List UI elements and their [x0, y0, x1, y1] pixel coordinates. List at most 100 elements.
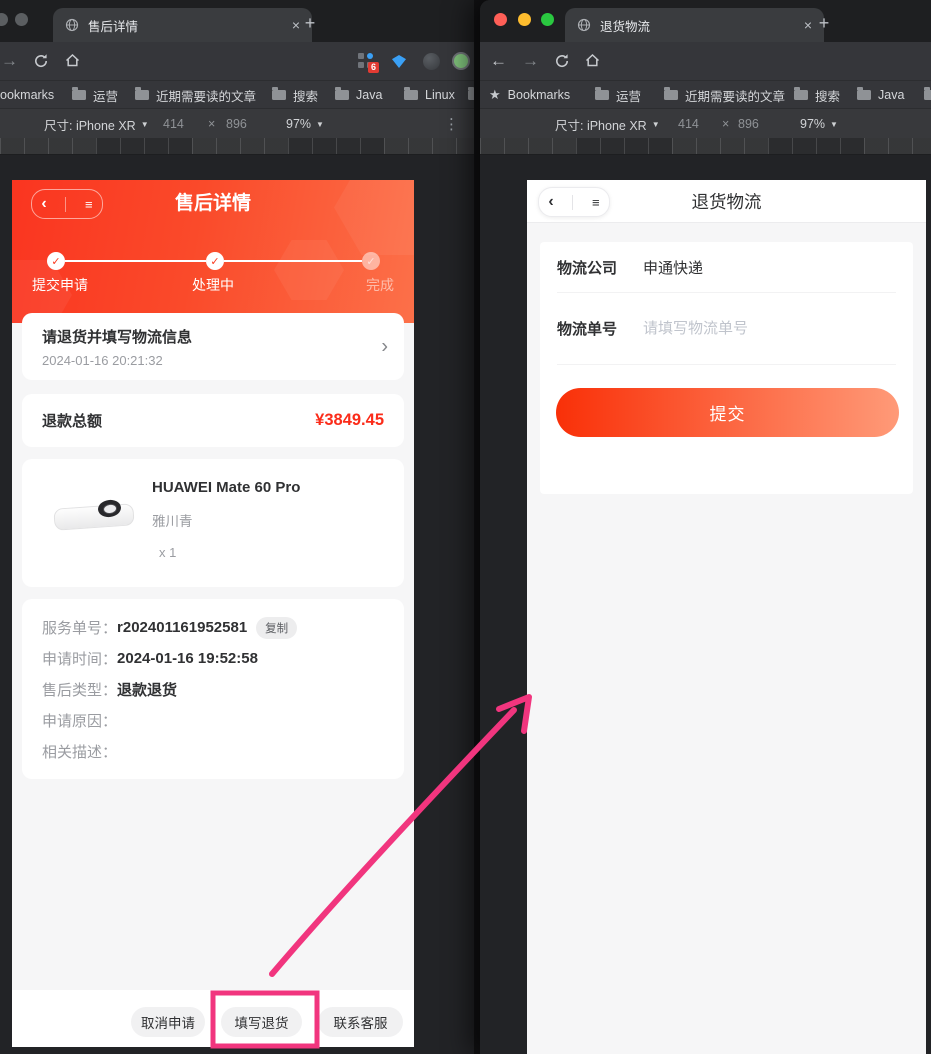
caret-down-icon: ▼ [652, 120, 660, 129]
folder-icon [468, 90, 474, 100]
bookmarks-manager[interactable]: ookmarks [0, 81, 54, 109]
extension-orb-icon[interactable] [423, 53, 440, 70]
folder-icon [664, 90, 678, 100]
footer-bar: 取消申请 填写退货 联系客服 [12, 990, 414, 1047]
courier-row[interactable]: 物流公司 申通快递 [557, 242, 896, 292]
globe-icon [65, 18, 79, 32]
bookmark-folder[interactable]: 近期需要读的文章 [664, 81, 785, 109]
reload-icon[interactable] [554, 53, 570, 69]
ruler [0, 138, 474, 155]
traffic-light-icon[interactable] [15, 13, 28, 26]
device-select[interactable]: 尺寸: iPhone XR▼ [555, 109, 660, 139]
close-window-icon[interactable] [494, 13, 507, 26]
extension-badge: 6 [368, 62, 379, 73]
forward-icon[interactable]: → [1, 51, 18, 71]
device-height[interactable]: 896 [738, 109, 759, 139]
bookmark-folder[interactable]: 搜索 [794, 81, 840, 109]
courier-value: 申通快递 [643, 257, 703, 278]
detail-row: 服务单号： r202401161952581 复制 [42, 612, 384, 643]
times-icon: × [722, 109, 729, 139]
bookmark-folder[interactable]: 运营 [595, 81, 641, 109]
desktop: 售后详情 × + → 127.0.0.1:3000/#/pa… [0, 0, 931, 1054]
page-title: 售后详情 [12, 188, 414, 215]
step-done-icon: ✓ [47, 252, 65, 270]
notice-time: 2024-01-16 20:21:32 [42, 353, 163, 368]
more-menu-icon[interactable]: ⋮ [444, 109, 459, 139]
traffic-light-icon[interactable] [0, 13, 8, 26]
home-icon[interactable] [584, 52, 601, 69]
zoom-select[interactable]: 97%▼ [800, 109, 838, 139]
bookmark-folder[interactable]: Java [857, 81, 904, 109]
folder-icon [404, 90, 418, 100]
refund-card: 退款总额 ¥3849.45 [22, 394, 404, 447]
detail-row: 相关描述： [42, 736, 384, 767]
tab-aftersale-detail[interactable]: 售后详情 × [53, 8, 312, 42]
app-header: ‹ ≡ 售后详情 ✓ ✓ ✓ 提交申请 处理中 完成 [12, 180, 414, 323]
cancel-apply-button[interactable]: 取消申请 [131, 1007, 205, 1037]
folder-icon [335, 90, 349, 100]
times-icon: × [208, 109, 215, 139]
fill-return-button[interactable]: 填写退货 [221, 1007, 302, 1037]
detail-row: 售后类型： 退款退货 [42, 674, 384, 705]
submit-button[interactable]: 提交 [556, 388, 899, 437]
browser-toolbar: ← → 127.0.0.1:3000/#/pages/order/aftersa… [480, 42, 931, 80]
step-done-icon: ✓ [206, 252, 224, 270]
zoom-select[interactable]: 97%▼ [286, 109, 324, 139]
bookmarks-bar: ★ Bookmarks 运营 近期需要读的文章 搜索 Java [480, 80, 931, 109]
product-name: HUAWEI Mate 60 Pro [152, 479, 300, 496]
detail-row: 申请原因： [42, 705, 384, 736]
copy-button[interactable]: 复制 [256, 617, 297, 639]
caret-down-icon: ▼ [830, 120, 838, 129]
bookmark-folder[interactable]: Java [335, 81, 382, 109]
device-select[interactable]: 尺寸: iPhone XR▼ [44, 109, 149, 139]
device-width[interactable]: 414 [678, 109, 699, 139]
bookmarks-label: Bookmarks [508, 88, 571, 102]
refund-label: 退款总额 [42, 410, 102, 431]
maximize-window-icon[interactable] [541, 13, 554, 26]
phone-screen-logistics: ‹ ≡ 退货物流 物流公司 申通快递 物流单号 提交 [527, 180, 926, 1054]
logistics-notice-card[interactable]: 请退货并填写物流信息 2024-01-16 20:21:32 › [22, 313, 404, 380]
tab-return-logistics[interactable]: 退货物流 × [565, 8, 824, 42]
app-header: ‹ ≡ 退货物流 [527, 180, 926, 223]
forward-icon[interactable]: → [522, 51, 539, 71]
device-width[interactable]: 414 [163, 109, 184, 139]
service-detail-card: 服务单号： r202401161952581 复制 申请时间： 2024-01-… [22, 599, 404, 779]
bookmark-folder[interactable]: Linux [404, 81, 455, 109]
tab-title: 退货物流 [600, 16, 795, 35]
profile-avatar[interactable] [452, 52, 470, 70]
bookmark-folder[interactable] [468, 81, 474, 109]
minimize-window-icon[interactable] [518, 13, 531, 26]
tracking-number-input[interactable] [643, 320, 896, 337]
home-icon[interactable] [64, 52, 81, 69]
bookmark-folder[interactable]: 运营 [72, 81, 118, 109]
bookmark-folder[interactable] [924, 81, 931, 109]
tab-title: 售后详情 [88, 16, 283, 35]
new-tab-button[interactable]: + [298, 11, 322, 35]
bookmark-folder[interactable]: 搜索 [272, 81, 318, 109]
device-height[interactable]: 896 [226, 109, 247, 139]
step-line [224, 260, 362, 262]
back-icon[interactable]: ← [490, 51, 507, 71]
notice-title: 请退货并填写物流信息 [42, 326, 192, 347]
reload-icon[interactable] [33, 53, 49, 69]
extension-gem-icon[interactable] [392, 55, 406, 68]
browser-window-left: 售后详情 × + → 127.0.0.1:3000/#/pa… [0, 0, 474, 1054]
tab-strip: 退货物流 × + [480, 0, 931, 42]
product-variant: 雅川青 [152, 510, 193, 530]
browser-window-right: 退货物流 × + ← → 127.0.0.1:3000/#/pages/orde… [480, 0, 931, 1054]
tab-close-icon[interactable]: × [804, 18, 812, 32]
step-label: 处理中 [12, 275, 414, 295]
service-order-no: r202401161952581 [117, 619, 247, 636]
globe-icon [577, 18, 591, 32]
device-toolbar: 尺寸: iPhone XR▼ 414 × 896 97%▼ [480, 108, 931, 139]
bookmark-folder[interactable]: 近期需要读的文章 [135, 81, 256, 109]
contact-service-button[interactable]: 联系客服 [318, 1007, 403, 1037]
detail-row: 申请时间： 2024-01-16 19:52:58 [42, 643, 384, 674]
step-label: 完成 [366, 275, 394, 295]
extension-icon[interactable]: 6 [358, 53, 374, 69]
product-card[interactable]: HUAWEI Mate 60 Pro 雅川青 x 1 [22, 459, 404, 587]
device-toolbar: 尺寸: iPhone XR▼ 414 × 896 97%▼ ⋮ [0, 108, 474, 139]
bookmarks-manager[interactable]: ★ Bookmarks [489, 81, 570, 109]
product-image [52, 491, 136, 541]
new-tab-button[interactable]: + [812, 11, 836, 35]
